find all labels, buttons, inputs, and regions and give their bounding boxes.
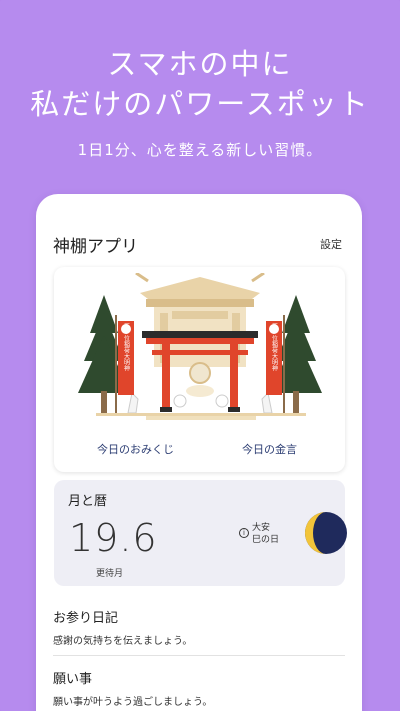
moon-calendar-card[interactable]: 月と暦 19.6 更待月 i 大安 巳の日	[54, 480, 347, 586]
moon-card-title: 月と暦	[68, 494, 108, 509]
right-banner-text: 正一位稲荷大明神	[271, 323, 278, 372]
diary-desc: 感謝の気持ちを伝えましょう。	[53, 636, 193, 647]
wish-title: 願い事	[53, 672, 93, 687]
promo-background: スマホの中に 私だけのパワースポット 1日1分、心を整える新しい習慣。 神棚アプ…	[0, 0, 400, 711]
list-item-diary[interactable]: お参り日記 感謝の気持ちを伝えましょう。	[53, 607, 345, 647]
info-icon[interactable]: i	[239, 528, 249, 538]
app-screen: 神棚アプリ 設定 正一位稲荷大明神 正一位稲荷大明神 今日のおみくじ 今日の金言…	[36, 194, 362, 711]
left-banner-text: 正一位稲荷大明神	[123, 323, 130, 372]
wish-desc: 願い事が叶うよう過ごしましょう。	[53, 697, 213, 708]
omikuji-link[interactable]: 今日のおみくじ	[97, 441, 174, 457]
app-title: 神棚アプリ	[53, 237, 138, 257]
kingen-link[interactable]: 今日の金言	[242, 441, 297, 457]
rokuyo-info: 大安 巳の日	[252, 522, 279, 546]
settings-button[interactable]: 設定	[320, 236, 342, 252]
promo-subtitle: 1日1分、心を整える新しい習慣。	[77, 141, 323, 159]
list-divider	[53, 655, 345, 656]
headline-line-2: 私だけのパワースポット	[30, 87, 370, 121]
moon-phase-name: 更待月	[96, 569, 124, 579]
promo-headline: スマホの中に 私だけのパワースポット	[0, 44, 400, 124]
rokuyo-line-1: 大安	[252, 523, 271, 533]
shrine-card[interactable]: 正一位稲荷大明神 正一位稲荷大明神 今日のおみくじ 今日の金言	[54, 267, 345, 472]
moon-age-value: 19.6	[69, 516, 158, 560]
list-item-wish[interactable]: 願い事 願い事が叶うよう過ごしましょう。	[53, 668, 345, 708]
diary-title: お参り日記	[53, 611, 119, 626]
rokuyo-line-2: 巳の日	[252, 535, 280, 545]
moon-phase-icon	[305, 512, 347, 554]
headline-line-1: スマホの中に	[107, 47, 293, 81]
shrine-illustration: 正一位稲荷大明神 正一位稲荷大明神	[78, 273, 322, 420]
